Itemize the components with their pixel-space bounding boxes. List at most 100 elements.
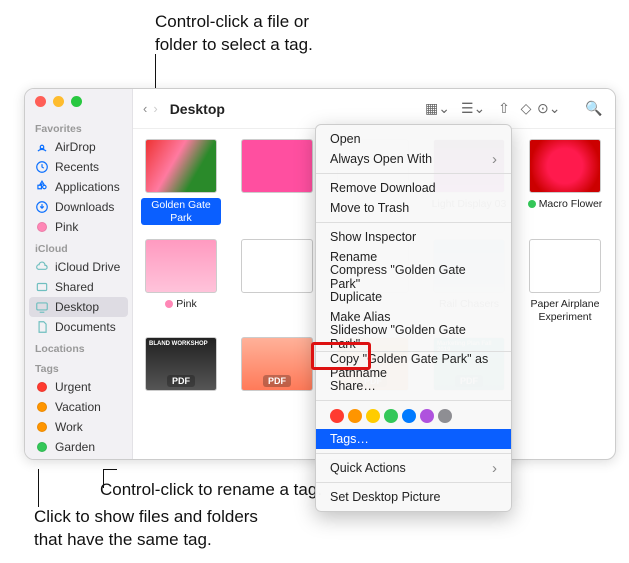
file-item[interactable]	[237, 239, 317, 323]
file-item[interactable]: Pink	[141, 239, 221, 323]
tag-dot-icon	[35, 420, 49, 434]
tag-color-dot[interactable]	[402, 409, 416, 423]
menu-quick-actions[interactable]: Quick Actions	[316, 458, 511, 478]
sidebar-item-icloud-drive[interactable]: iCloud Drive	[25, 257, 132, 277]
group-icon[interactable]: ☰⌄	[461, 100, 483, 117]
search-icon[interactable]: 🔍	[583, 100, 605, 117]
file-thumbnail	[145, 139, 217, 193]
shared-icon	[35, 280, 49, 294]
close-button[interactable]	[35, 96, 46, 107]
back-button[interactable]: ‹	[143, 101, 147, 116]
menu-tags[interactable]: Tags…	[316, 429, 511, 449]
annotation-bot-line	[38, 469, 39, 507]
file-item[interactable]: Paper Airplane Experiment	[525, 239, 605, 323]
tags-icon[interactable]: ◇	[515, 100, 537, 117]
window-controls	[25, 96, 132, 107]
menu-always-open-with[interactable]: Always Open With	[316, 149, 511, 169]
menu-remove-download[interactable]: Remove Download	[316, 178, 511, 198]
annotation-mid-hline	[103, 469, 117, 470]
sidebar-item-shared[interactable]: Shared	[25, 277, 132, 297]
sidebar-label: Urgent	[55, 380, 91, 394]
sidebar-label: Garden	[55, 440, 95, 454]
file-thumbnail: BLAND WORKSHOP	[145, 337, 217, 391]
minimize-button[interactable]	[53, 96, 64, 107]
sidebar-tag-work[interactable]: Work	[25, 417, 132, 437]
menu-set-desktop-picture[interactable]: Set Desktop Picture	[316, 487, 511, 507]
menu-copy-pathname[interactable]: Copy "Golden Gate Park" as Pathname	[316, 356, 511, 376]
sidebar-label: Documents	[55, 320, 116, 334]
file-label: Paper Airplane Experiment	[525, 298, 605, 323]
view-icon-grid[interactable]: ▦⌄	[425, 100, 447, 117]
file-item[interactable]	[237, 337, 317, 396]
tag-color-dot[interactable]	[438, 409, 452, 423]
downloads-icon	[35, 200, 49, 214]
file-thumbnail	[529, 239, 601, 293]
menu-separator	[316, 400, 511, 401]
tag-dot-icon	[35, 440, 49, 454]
sidebar-heading-tags: Tags	[25, 357, 132, 377]
sidebar-label: Applications	[55, 180, 120, 194]
menu-move-to-trash[interactable]: Move to Trash	[316, 198, 511, 218]
annotation-mid: Control-click to rename a tag.	[100, 479, 322, 502]
menu-slideshow[interactable]: Slideshow "Golden Gate Park"	[316, 327, 511, 347]
sidebar-item-downloads[interactable]: Downloads	[25, 197, 132, 217]
menu-separator	[316, 482, 511, 483]
desktop-icon	[35, 300, 49, 314]
sidebar-label: Desktop	[55, 300, 99, 314]
menu-separator	[316, 173, 511, 174]
file-label: Golden Gate Park	[141, 198, 221, 225]
chevron-right-icon	[492, 151, 497, 168]
sidebar-tag-vacation[interactable]: Vacation	[25, 397, 132, 417]
tag-color-dot[interactable]	[420, 409, 434, 423]
clock-icon	[35, 160, 49, 174]
sidebar-heading-icloud: iCloud	[25, 237, 132, 257]
apps-icon	[35, 180, 49, 194]
toolbar: ‹ › Desktop ▦⌄ ☰⌄ ⇧ ◇ ⊙⌄ 🔍	[133, 89, 615, 129]
sidebar-tag-garden[interactable]: Garden	[25, 437, 132, 457]
sidebar-item-desktop[interactable]: Desktop	[29, 297, 128, 317]
zoom-button[interactable]	[71, 96, 82, 107]
sidebar-heading-favorites: Favorites	[25, 117, 132, 137]
menu-open[interactable]: Open	[316, 129, 511, 149]
context-menu: Open Always Open With Remove Download Mo…	[315, 124, 512, 512]
file-item[interactable]: Macro Flower	[525, 139, 605, 225]
menu-separator	[316, 453, 511, 454]
menu-compress[interactable]: Compress "Golden Gate Park"	[316, 267, 511, 287]
menu-show-inspector[interactable]: Show Inspector	[316, 227, 511, 247]
share-icon[interactable]: ⇧	[493, 100, 515, 117]
tag-color-dot[interactable]	[366, 409, 380, 423]
more-icon[interactable]: ⊙⌄	[537, 100, 559, 117]
sidebar-label: Work	[55, 420, 83, 434]
sidebar: Favorites AirDrop Recents Applications D…	[25, 89, 133, 459]
sidebar-item-recents[interactable]: Recents	[25, 157, 132, 177]
tag-color-dot[interactable]	[384, 409, 398, 423]
file-item[interactable]: BLAND WORKSHOP	[141, 337, 221, 396]
forward-button[interactable]: ›	[153, 101, 157, 116]
file-thumbnail	[529, 139, 601, 193]
documents-icon	[35, 320, 49, 334]
sidebar-label: Shared	[55, 280, 94, 294]
sidebar-tag-urgent[interactable]: Urgent	[25, 377, 132, 397]
annotation-bot: Click to show files and folders that hav…	[34, 506, 258, 552]
sidebar-item-pink[interactable]: Pink	[25, 217, 132, 237]
tag-color-dot[interactable]	[348, 409, 362, 423]
tag-color-dot[interactable]	[330, 409, 344, 423]
airdrop-icon	[35, 140, 49, 154]
sidebar-label: AirDrop	[55, 140, 96, 154]
tag-dot-icon	[35, 400, 49, 414]
sidebar-label: iCloud Drive	[55, 260, 120, 274]
file-thumbnail	[241, 239, 313, 293]
tag-icon	[35, 220, 49, 234]
file-label: Macro Flower	[528, 198, 603, 211]
annotation-mid-vline	[103, 469, 104, 488]
file-item[interactable]: Golden Gate Park	[141, 139, 221, 225]
chevron-right-icon	[492, 460, 497, 477]
sidebar-tag-weekend[interactable]: Weekend	[25, 457, 132, 460]
tag-dot-icon	[35, 380, 49, 394]
sidebar-item-airdrop[interactable]: AirDrop	[25, 137, 132, 157]
file-item[interactable]	[237, 139, 317, 225]
cloud-icon	[35, 260, 49, 274]
sidebar-heading-locations: Locations	[25, 337, 132, 357]
sidebar-item-applications[interactable]: Applications	[25, 177, 132, 197]
sidebar-item-documents[interactable]: Documents	[25, 317, 132, 337]
